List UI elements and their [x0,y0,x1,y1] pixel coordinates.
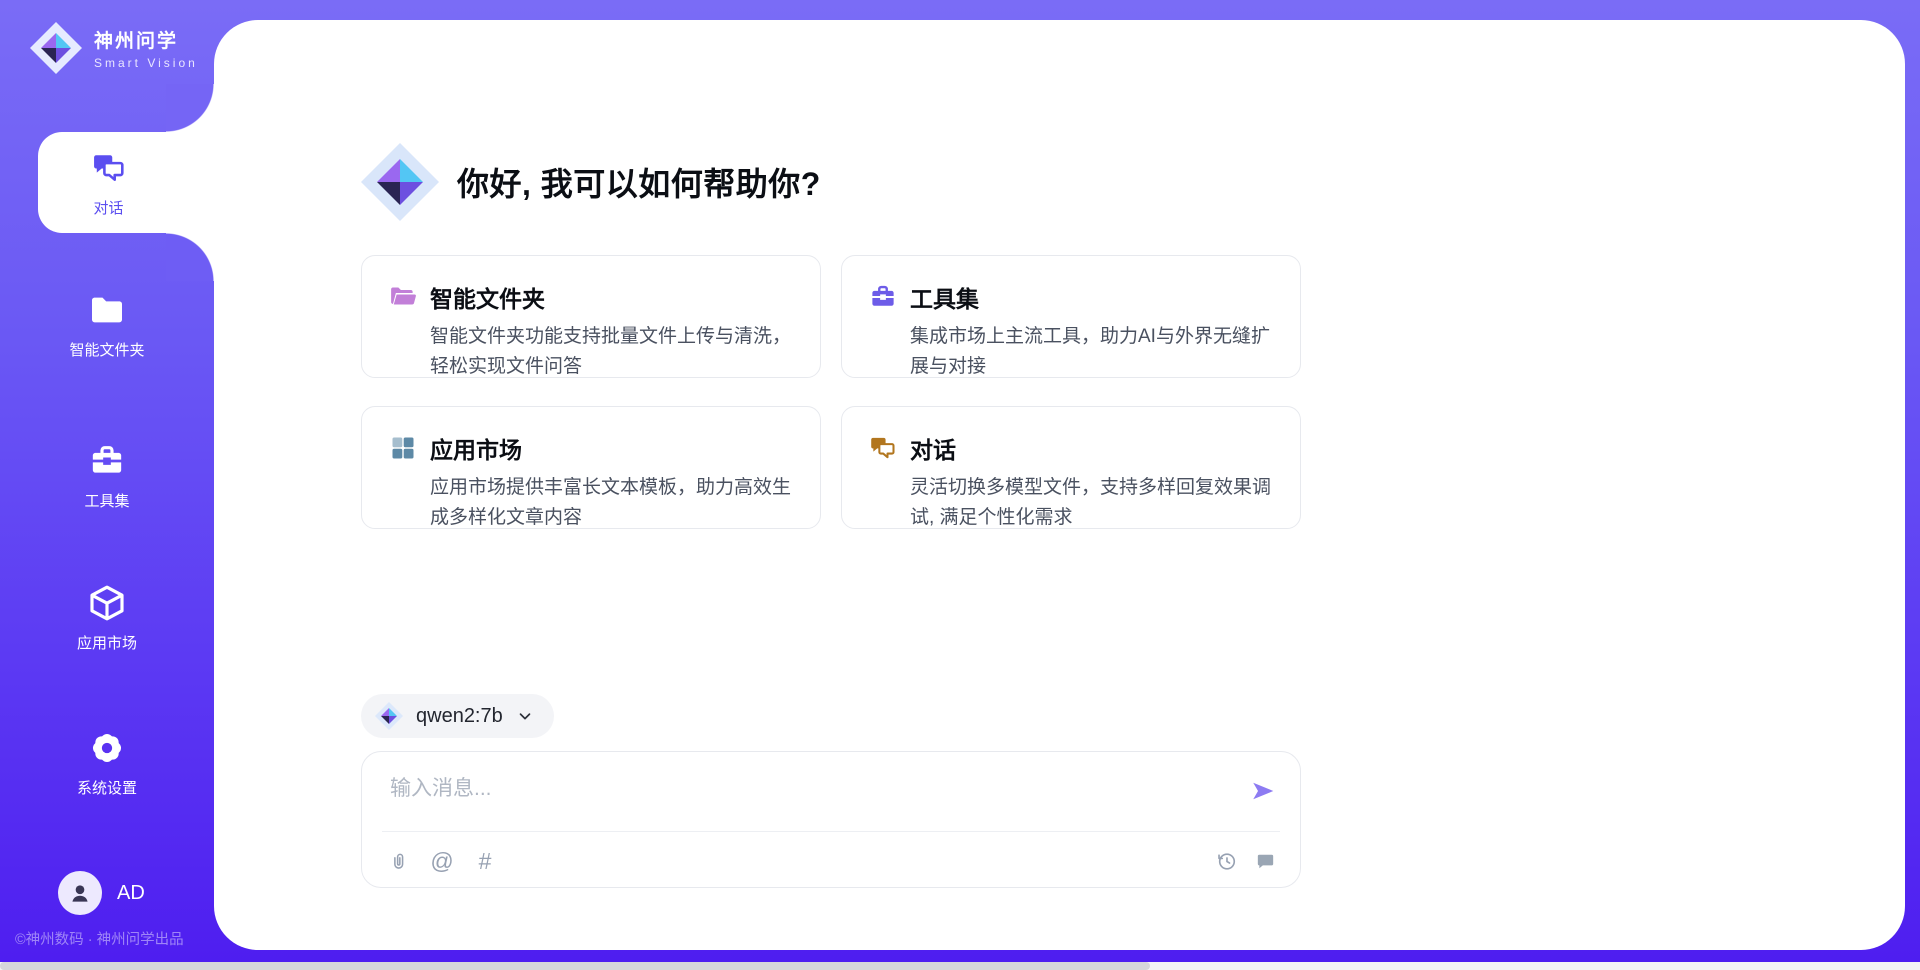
model-selector[interactable]: qwen2:7b [361,694,554,738]
copyright-footer: ©神州数码 · 神州问学出品 [15,928,184,949]
model-logo-icon [375,702,403,730]
chat-bubble-icon[interactable] [1252,848,1278,874]
card-description: 应用市场提供丰富长文本模板，助力高效生成多样化文章内容 [430,473,808,533]
assistant-logo-icon [361,143,439,221]
feature-card-smart-folder[interactable]: 智能文件夹 智能文件夹功能支持批量文件上传与清洗，轻松实现文件问答 [361,255,821,378]
folder-icon [87,290,127,330]
sidebar-item-label: 智能文件夹 [69,339,144,360]
send-icon[interactable] [1250,778,1276,804]
message-input[interactable] [388,770,1092,824]
history-icon[interactable] [1213,848,1239,874]
app-background: 神州问学 Smart Vision 对话 智能文件夹 [0,0,1920,970]
chevron-down-icon [516,707,534,725]
greeting-title: 你好, 我可以如何帮助你? [457,159,821,205]
sidebar-item-toolset[interactable]: 工具集 [0,441,214,511]
scrollbar-thumb[interactable] [0,962,1150,970]
chat-compose-area: qwen2:7b @ # [361,694,1301,888]
sidebar-item-settings[interactable]: 系统设置 [0,728,214,798]
card-description: 集成市场上主流工具，助力AI与外界无缝扩展与对接 [910,322,1288,382]
sidebar-item-label: 工具集 [84,490,129,511]
sidebar: 神州问学 Smart Vision 对话 智能文件夹 [0,0,214,970]
message-input-box: @ # [361,751,1301,888]
sidebar-item-label: 对话 [93,197,123,218]
feature-card-app-market[interactable]: 应用市场 应用市场提供丰富长文本模板，助力高效生成多样化文章内容 [361,406,821,529]
feature-card-toolset[interactable]: 工具集 集成市场上主流工具，助力AI与外界无缝扩展与对接 [841,255,1301,378]
cube-icon [87,583,127,623]
folder-purple-icon [388,282,418,312]
content-area: 你好, 我可以如何帮助你? 智能文件夹 智能文件夹功能支持批量文件上传与清洗，轻… [361,143,1301,529]
model-name: qwen2:7b [416,705,503,728]
card-title: 对话 [910,431,956,465]
sidebar-item-label: 系统设置 [77,777,137,798]
card-title: 智能文件夹 [430,280,545,314]
sidebar-item-smart-folder[interactable]: 智能文件夹 [0,290,214,360]
chat-orange-icon [868,433,898,463]
user-name: AD [117,882,145,905]
sidebar-item-app-market[interactable]: 应用市场 [0,583,214,653]
active-tab-fillet-bottom [166,233,214,281]
greeting-block: 你好, 我可以如何帮助你? [361,143,1301,221]
user-avatar-icon [58,871,102,915]
horizontal-scrollbar [0,962,1920,970]
hash-icon[interactable]: # [472,848,498,874]
paperclip-icon[interactable] [386,848,412,874]
brand-name: 神州问学 [94,26,198,53]
app-grid-teal-icon [388,433,418,463]
user-profile[interactable]: AD [58,871,145,915]
chat-bubbles-icon [89,148,129,188]
briefcase-purple-icon [868,282,898,312]
feature-card-chat[interactable]: 对话 灵活切换多模型文件，支持多样回复效果调试, 满足个性化需求 [841,406,1301,529]
toolbox-icon [87,441,127,481]
sidebar-item-label: 应用市场 [77,632,137,653]
brand-logo-icon [30,22,82,74]
active-tab-fillet-top [166,84,214,132]
feature-cards: 智能文件夹 智能文件夹功能支持批量文件上传与清洗，轻松实现文件问答 工具集 集 [361,255,1301,529]
input-divider [382,831,1280,832]
brand: 神州问学 Smart Vision [30,22,198,74]
card-title: 工具集 [910,280,979,314]
at-icon[interactable]: @ [429,848,455,874]
card-description: 智能文件夹功能支持批量文件上传与清洗，轻松实现文件问答 [430,322,808,382]
brand-subtitle: Smart Vision [94,56,198,70]
gear-icon [87,728,127,768]
card-title: 应用市场 [430,431,522,465]
card-description: 灵活切换多模型文件，支持多样回复效果调试, 满足个性化需求 [910,473,1288,533]
sidebar-item-chat[interactable]: 对话 [38,132,215,233]
